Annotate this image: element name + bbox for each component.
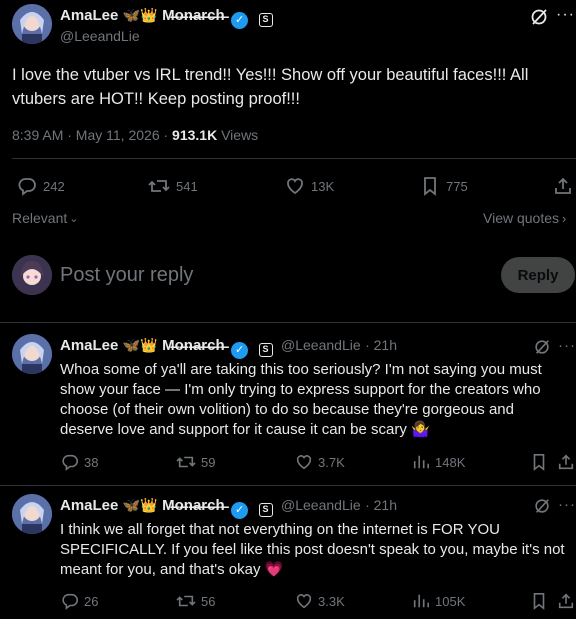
- bookmark-icon: [424, 177, 436, 196]
- author-avatar[interactable]: [12, 4, 52, 44]
- reply-icon: [62, 593, 78, 610]
- heart-icon: [296, 455, 312, 470]
- like-action[interactable]: 13K: [285, 176, 334, 196]
- reply-avatar[interactable]: [12, 334, 52, 374]
- reply-action[interactable]: 26: [61, 592, 98, 610]
- reply-input[interactable]: [60, 260, 480, 290]
- reply-monarch-text: M̶o̶n̶a̶r̶c̶h̶: [162, 497, 225, 514]
- divider: [0, 485, 576, 486]
- reply-monarch-text: M̶o̶n̶a̶r̶c̶h̶: [162, 337, 225, 354]
- views-action[interactable]: 105K: [412, 592, 465, 610]
- views-action[interactable]: 148K: [412, 453, 465, 471]
- share-icon[interactable]: [557, 592, 575, 610]
- bookmark-icon[interactable]: [530, 453, 548, 471]
- reply-avatar-image: [12, 334, 52, 374]
- heart-icon: [287, 178, 303, 195]
- view-quotes-link[interactable]: View quotes ›: [483, 210, 566, 226]
- current-user-avatar-image: [12, 255, 52, 295]
- like-count: 3.7K: [318, 454, 345, 470]
- verified-badge-icon[interactable]: ✓: [231, 502, 249, 519]
- bookmark-icon[interactable]: [530, 592, 548, 610]
- more-options-icon[interactable]: ···: [558, 496, 576, 513]
- like-count: 13K: [311, 178, 335, 194]
- affiliate-badge-icon[interactable]: S: [258, 343, 273, 357]
- more-options-icon[interactable]: ···: [558, 337, 576, 354]
- grok-icon[interactable]: [533, 497, 551, 515]
- reply-count: 242: [43, 178, 65, 194]
- reply-text: I think we all forget that not everythin…: [60, 521, 565, 578]
- divider: [12, 158, 576, 159]
- affiliate-badge-icon[interactable]: S: [258, 503, 273, 517]
- reply-count: 26: [84, 593, 99, 609]
- chevron-right-icon: ›: [562, 210, 567, 226]
- repost-count: 59: [201, 454, 216, 470]
- reply-age[interactable]: · 21h: [365, 497, 397, 513]
- reply-avatar-image: [12, 494, 52, 534]
- grok-icon[interactable]: [529, 7, 549, 27]
- reply-decoration-emoji: 🦋👑: [122, 337, 158, 353]
- views-label: Views: [221, 127, 259, 143]
- views-count: 105K: [435, 593, 466, 609]
- current-user-avatar[interactable]: [12, 255, 52, 295]
- author-decoration-emoji: 🦋👑: [122, 7, 158, 23]
- repost-action[interactable]: 56: [176, 592, 215, 610]
- author-monarch-text: M̶o̶n̶a̶r̶c̶h̶: [162, 7, 225, 24]
- reply-icon: [62, 454, 78, 471]
- avatar-image: [12, 4, 52, 44]
- reply-text: Whoa some of ya'll are taking this too s…: [60, 361, 542, 438]
- verified-badge-icon[interactable]: ✓: [231, 12, 249, 29]
- bookmark-count: 775: [446, 178, 468, 194]
- repost-action[interactable]: 541: [148, 176, 198, 196]
- repost-icon: [176, 456, 196, 468]
- reply-button[interactable]: Reply: [501, 257, 575, 293]
- divider: [0, 322, 576, 323]
- post-meta: 8:39 AM · May 11, 2026 · 913.1K Views: [12, 127, 258, 143]
- reply-action[interactable]: 38: [61, 453, 98, 471]
- post-timestamp[interactable]: 8:39 AM · May 11, 2026 ·: [12, 127, 168, 143]
- reply-handle[interactable]: @LeeandLie: [281, 337, 361, 353]
- author-display-name[interactable]: AmaLee: [60, 7, 118, 24]
- sort-label: Relevant: [12, 210, 68, 226]
- analytics-icon: [413, 594, 430, 608]
- repost-count: 56: [201, 593, 216, 609]
- view-quotes-label: View quotes: [483, 210, 560, 226]
- reply-display-name[interactable]: AmaLee: [60, 337, 118, 354]
- reply-icon: [18, 178, 36, 196]
- verified-badge-icon[interactable]: ✓: [231, 342, 249, 359]
- heart-icon: [296, 594, 312, 609]
- author-name-row: AmaLee 🦋👑 M̶o̶n̶a̶r̶c̶h̶ ✓ S: [60, 7, 273, 29]
- like-count: 3.3K: [318, 593, 345, 609]
- bookmark-action[interactable]: 775: [420, 176, 468, 196]
- share-icon[interactable]: [553, 176, 573, 196]
- reply-action[interactable]: 242: [17, 176, 65, 196]
- reply-handle[interactable]: @LeeandLie: [281, 497, 361, 513]
- reply-avatar[interactable]: [12, 494, 52, 534]
- author-handle[interactable]: @LeeandLie: [60, 28, 140, 44]
- like-action[interactable]: 3.3K: [295, 592, 345, 610]
- reply-header: AmaLee 🦋👑 M̶o̶n̶a̶r̶c̶h̶ ✓ S @LeeandLie …: [60, 337, 397, 359]
- views-count: 913.1K: [172, 127, 218, 143]
- reply-decoration-emoji: 🦋👑: [122, 497, 158, 513]
- reply-count: 38: [84, 454, 99, 470]
- repost-count: 541: [176, 178, 198, 194]
- reply-header: AmaLee 🦋👑 M̶o̶n̶a̶r̶c̶h̶ ✓ S @LeeandLie …: [60, 497, 397, 519]
- views-count: 148K: [435, 454, 466, 470]
- post-text: I love the vtuber vs IRL trend!! Yes!!! …: [12, 66, 529, 108]
- more-options-icon[interactable]: ···: [556, 6, 575, 24]
- reply-display-name[interactable]: AmaLee: [60, 497, 118, 514]
- affiliate-badge-icon[interactable]: S: [258, 13, 273, 27]
- grok-icon[interactable]: [533, 338, 551, 356]
- sort-dropdown[interactable]: Relevant ⌄: [12, 210, 78, 226]
- share-icon[interactable]: [557, 453, 575, 471]
- like-action[interactable]: 3.7K: [295, 453, 345, 471]
- analytics-icon: [413, 455, 430, 469]
- repost-icon: [148, 180, 170, 192]
- repost-action[interactable]: 59: [176, 453, 215, 471]
- reply-age[interactable]: · 21h: [365, 337, 397, 353]
- chevron-down-icon: ⌄: [69, 212, 79, 225]
- repost-icon: [176, 595, 196, 607]
